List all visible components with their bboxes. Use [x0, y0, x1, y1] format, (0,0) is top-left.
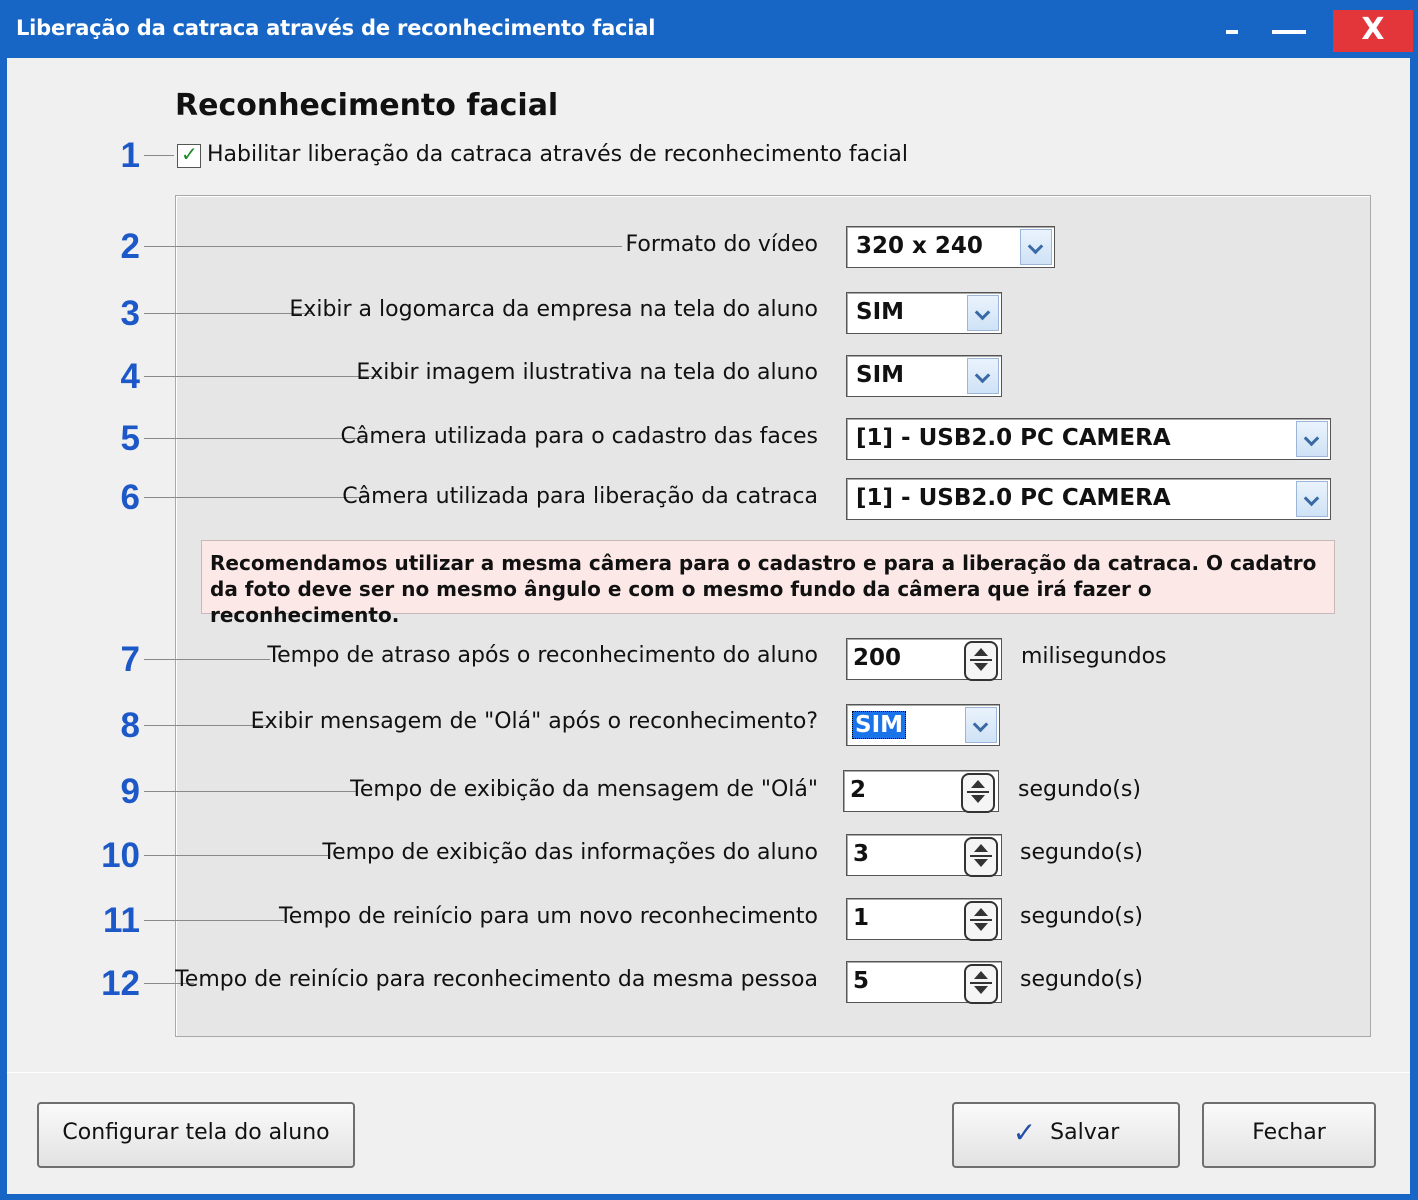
delay-spinbox[interactable]: 200 — [846, 638, 1002, 681]
callout-number-4: 4 — [120, 357, 140, 396]
video-format-label: Formato do vídeo — [625, 232, 819, 257]
restart-new-value: 1 — [853, 905, 870, 931]
restart-new-label: Tempo de reinício para um novo reconheci… — [279, 904, 818, 929]
callout-leader — [144, 155, 174, 156]
dialog-window: Liberação da catraca através de reconhec… — [0, 0, 1418, 1200]
delay-unit: milisegundos — [1021, 644, 1167, 669]
release-camera-value: [1] - USB2.0 PC CAMERA — [856, 485, 1171, 511]
callout-leader — [144, 855, 330, 856]
callout-number-2: 2 — [120, 227, 140, 266]
dialog-body: Reconhecimento facial 1 ✓ Habilitar libe… — [7, 58, 1410, 1194]
enroll-camera-value: [1] - USB2.0 PC CAMERA — [856, 425, 1171, 451]
restart-new-unit: segundo(s) — [1020, 904, 1143, 929]
callout-leader — [144, 376, 382, 377]
delay-label: Tempo de atraso após o reconhecimento do… — [267, 643, 818, 668]
callout-leader — [144, 659, 270, 660]
chevron-down-icon[interactable] — [965, 707, 997, 743]
hello-message-label: Exibir mensagem de "Olá" após o reconhec… — [250, 709, 818, 734]
callout-number-6: 6 — [120, 478, 140, 517]
enroll-camera-select[interactable]: [1] - USB2.0 PC CAMERA — [846, 418, 1331, 460]
callout-number-8: 8 — [120, 706, 140, 745]
maximize-icon[interactable] — [1266, 10, 1312, 52]
hello-duration-value: 2 — [850, 777, 867, 803]
callout-number-5: 5 — [120, 419, 140, 458]
show-logo-select[interactable]: SIM — [846, 292, 1002, 334]
enable-label: Habilitar liberação da catraca através d… — [207, 142, 908, 167]
restart-same-label: Tempo de reinício para reconhecimento da… — [175, 967, 818, 992]
callout-number-11: 11 — [103, 901, 140, 940]
hello-message-select[interactable]: SIM — [846, 704, 1000, 746]
callout-number-1: 1 — [120, 136, 140, 175]
info-duration-unit: segundo(s) — [1020, 840, 1143, 865]
chevron-down-icon[interactable] — [967, 358, 999, 394]
minimize-icon[interactable] — [1216, 10, 1250, 52]
save-button[interactable]: ✓ Salvar — [952, 1102, 1180, 1168]
save-label: Salvar — [1050, 1120, 1120, 1145]
chevron-down-icon[interactable] — [1296, 481, 1328, 517]
camera-recommendation-notice: Recomendamos utilizar a mesma câmera par… — [201, 540, 1335, 627]
show-logo-value: SIM — [856, 299, 905, 325]
show-image-label: Exibir imagem ilustrativa na tela do alu… — [356, 360, 818, 385]
hello-duration-unit: segundo(s) — [1018, 777, 1141, 802]
close-button[interactable]: X — [1333, 10, 1413, 52]
footer-divider — [7, 1072, 1410, 1073]
callout-leader — [144, 246, 622, 247]
chevron-down-icon[interactable] — [1296, 421, 1328, 457]
close-dialog-button[interactable]: Fechar — [1202, 1102, 1376, 1168]
callout-number-12: 12 — [101, 964, 140, 1003]
spinner-arrows-icon[interactable] — [964, 837, 998, 877]
checkmark-icon: ✓ — [1012, 1116, 1037, 1149]
callout-number-3: 3 — [120, 294, 140, 333]
info-duration-value: 3 — [853, 841, 870, 867]
spinner-arrows-icon[interactable] — [964, 641, 998, 681]
delay-value: 200 — [853, 645, 902, 671]
restart-same-spinbox[interactable]: 5 — [846, 961, 1002, 1004]
info-duration-spinbox[interactable]: 3 — [846, 834, 1002, 877]
hello-duration-label: Tempo de exibição da mensagem de "Olá" — [350, 777, 818, 802]
callout-leader — [144, 791, 356, 792]
video-format-value: 320 x 240 — [856, 233, 983, 259]
notice-text: Recomendamos utilizar a mesma câmera par… — [210, 551, 1317, 627]
callout-leader — [144, 438, 366, 439]
spinner-arrows-icon[interactable] — [964, 901, 998, 941]
video-format-select[interactable]: 320 x 240 — [846, 226, 1055, 268]
show-image-value: SIM — [856, 362, 905, 388]
release-camera-select[interactable]: [1] - USB2.0 PC CAMERA — [846, 478, 1331, 520]
hello-message-value: SIM — [852, 711, 907, 739]
spinner-arrows-icon[interactable] — [961, 773, 995, 813]
info-duration-label: Tempo de exibição das informações do alu… — [322, 840, 818, 865]
restart-new-spinbox[interactable]: 1 — [846, 898, 1002, 941]
section-title: Reconhecimento facial — [175, 88, 559, 123]
restart-same-value: 5 — [853, 968, 870, 994]
callout-number-9: 9 — [120, 772, 140, 811]
configure-student-screen-button[interactable]: Configurar tela do aluno — [37, 1102, 355, 1168]
enable-checkbox[interactable]: ✓ — [177, 142, 201, 168]
restart-same-unit: segundo(s) — [1020, 967, 1143, 992]
chevron-down-icon[interactable] — [967, 295, 999, 331]
spinner-arrows-icon[interactable] — [964, 964, 998, 1004]
callout-leader — [144, 920, 284, 921]
callout-number-7: 7 — [120, 640, 140, 679]
chevron-down-icon[interactable] — [1020, 229, 1052, 265]
show-logo-label: Exibir a logomarca da empresa na tela do… — [289, 297, 818, 322]
callout-leader — [144, 313, 312, 314]
checkmark-icon: ✓ — [181, 142, 198, 166]
release-camera-label: Câmera utilizada para liberação da catra… — [342, 484, 818, 509]
enroll-camera-label: Câmera utilizada para o cadastro das fac… — [340, 424, 818, 449]
callout-leader — [144, 725, 268, 726]
callout-leader — [144, 497, 366, 498]
window-title: Liberação da catraca através de reconhec… — [16, 16, 656, 40]
show-image-select[interactable]: SIM — [846, 355, 1002, 397]
callout-number-10: 10 — [101, 836, 140, 875]
hello-duration-spinbox[interactable]: 2 — [843, 770, 999, 813]
title-bar[interactable]: Liberação da catraca através de reconhec… — [0, 0, 1418, 58]
